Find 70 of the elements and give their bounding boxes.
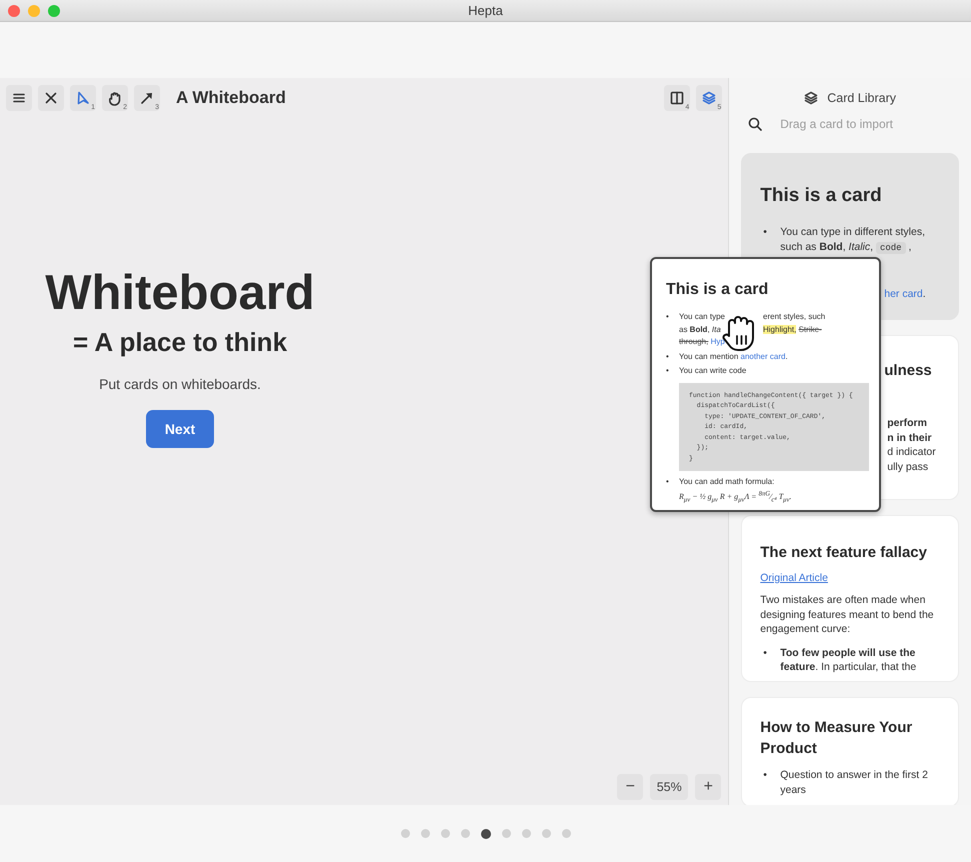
page-dot[interactable] — [502, 829, 510, 838]
page-dot[interactable] — [562, 829, 570, 838]
bullet-marker: • — [762, 646, 768, 660]
hero-title: Whiteboard — [45, 265, 315, 321]
pointer-icon — [76, 91, 90, 105]
zoom-window-icon[interactable] — [48, 4, 60, 16]
board-title: A Whiteboard — [176, 88, 286, 108]
bullet-marker: • — [762, 225, 768, 240]
card-title: ulness — [884, 362, 932, 379]
math-formula: R$_{μν}$ − ½ g$_{μν}$ R + g$_{μν}$Λ = $^{8πG}$⁄$_{c⁴}$ T$_{μν}$. — [679, 492, 792, 502]
split-view-icon — [670, 91, 684, 105]
bullet-text: You can add math formula: — [679, 476, 776, 488]
bullet-text: You can type in different styles, such as Bold, Italic, code , — [780, 225, 926, 256]
search-icon — [748, 117, 762, 131]
card-text-fragment: d indicator — [887, 446, 936, 458]
page-dot[interactable] — [480, 828, 490, 838]
zoom-level-button[interactable]: 55% — [650, 774, 688, 800]
dragged-card[interactable] — [650, 257, 881, 512]
bullet-text: Question to answer in the first 2 years — [780, 768, 929, 797]
card-text-fragment: ully pass — [887, 460, 928, 472]
page-dot[interactable] — [420, 829, 430, 838]
bullet-text: You can write code — [679, 365, 748, 377]
card-title: How to Measure Your Product — [760, 718, 914, 759]
article-link[interactable]: Original Article — [760, 572, 828, 584]
card-title: The next feature fallacy — [760, 543, 928, 563]
card-text-fragment: n in their — [887, 432, 932, 444]
card-title: This is a card — [760, 184, 883, 208]
hero-text: Put cards on whiteboards. — [99, 376, 261, 392]
bullet-marker: • — [666, 350, 670, 362]
bullet-text: Highlight, Strike- — [763, 324, 822, 336]
close-icon — [45, 92, 57, 104]
bullet-text: Too few people will use the feature. In particular, that the — [780, 646, 918, 674]
hero-subtitle: = A place to think — [72, 327, 288, 358]
bullet-marker: • — [666, 476, 670, 488]
bullet-text: You can type — [679, 311, 725, 323]
card-text-fragment: perform — [887, 417, 927, 429]
page-dot[interactable] — [522, 829, 530, 838]
library-card[interactable]: The next feature fallacy Original Article Two mistakes are often made when designing features meant to bend the engagement curve: • Too few people will use the feature. In particular, that the — [741, 515, 959, 682]
close-window-icon[interactable] — [8, 4, 20, 16]
layers-icon — [804, 91, 818, 105]
bullet-text: You can mention another card. — [679, 350, 788, 362]
page-dot[interactable] — [542, 829, 550, 838]
arrow-icon — [140, 91, 154, 105]
page-dot[interactable] — [460, 829, 470, 838]
bullet-marker: • — [666, 311, 670, 323]
minimize-window-icon[interactable] — [28, 4, 40, 16]
close-button[interactable] — [38, 85, 64, 111]
layers-icon — [702, 91, 716, 105]
page-dot[interactable] — [400, 829, 410, 838]
card-paragraph: Two mistakes are often made when designing features meant to bend the engagement curve: — [760, 593, 935, 636]
library-card[interactable]: How to Measure Your Product • Question to answer in the first 2 years — [741, 697, 959, 805]
menu-button[interactable] — [6, 85, 32, 111]
bullet-text: through, Hyp — [679, 336, 725, 348]
window-title: Hepta — [468, 3, 503, 18]
card-link[interactable]: her card — [884, 288, 923, 300]
page-dot[interactable] — [440, 829, 450, 838]
search-field[interactable]: Drag a card to import — [780, 117, 950, 131]
bullet-text: erent styles, such — [763, 311, 826, 323]
panel-title: Card Library — [827, 91, 896, 105]
card-link[interactable]: another card — [740, 352, 786, 360]
zoom-in-button[interactable]: + — [695, 774, 722, 800]
card-link[interactable]: Hyp — [710, 337, 725, 346]
bullet-marker: • — [666, 365, 670, 377]
card-text-fragment: her card. — [884, 288, 926, 300]
menu-icon — [13, 93, 25, 103]
zoom-out-button[interactable]: − — [617, 774, 644, 800]
next-button[interactable]: Next — [146, 410, 214, 448]
bullet-marker: • — [762, 768, 768, 783]
bullet-text: as Bold, Ita — [679, 324, 721, 336]
hand-icon — [108, 90, 122, 106]
